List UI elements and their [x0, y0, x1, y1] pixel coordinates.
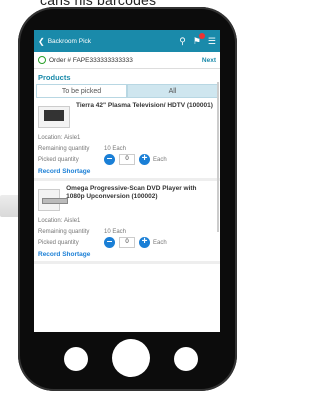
quantity-stepper: – 0 + Each	[104, 154, 167, 165]
location-label: Location:	[38, 134, 63, 141]
app-header: ❮ Backroom Pick ⚲ ⚑ ☰	[34, 30, 220, 52]
chevron-left-icon[interactable]: ❮	[38, 37, 45, 46]
decrement-button[interactable]: –	[104, 237, 115, 248]
search-icon[interactable]: ⚲	[179, 36, 186, 47]
remaining-value: 10 Each	[104, 228, 127, 235]
next-button[interactable]: Next	[202, 57, 216, 64]
increment-button[interactable]: +	[139, 154, 150, 165]
list-item: Tierra 42" Plasma Television/ HDTV (1000…	[34, 98, 220, 181]
product-name: Omega Progressive-Scan DVD Player with 1…	[66, 185, 197, 201]
list-item: Omega Progressive-Scan DVD Player with 1…	[34, 181, 220, 264]
product-image	[38, 106, 70, 128]
product-image	[38, 189, 68, 211]
order-number: Order # FAPE333333333333	[49, 56, 133, 64]
product-name: Tierra 42" Plasma Television/ HDTV (1000…	[76, 102, 213, 109]
nav-left-button[interactable]	[64, 347, 88, 371]
phone-frame: ❮ Backroom Pick ⚲ ⚑ ☰ Order # FAPE333333…	[18, 7, 237, 391]
phone-screen: ❮ Backroom Pick ⚲ ⚑ ☰ Order # FAPE333333…	[34, 30, 220, 332]
remaining-row: Remaining quantity 10 Each	[38, 226, 216, 237]
home-button[interactable]	[112, 339, 150, 377]
menu-icon[interactable]: ☰	[208, 36, 216, 47]
products-heading: Products	[38, 73, 71, 82]
remaining-row: Remaining quantity 10 Each	[38, 143, 216, 154]
location-value: Aisle1	[64, 134, 81, 141]
picked-row: Picked quantity – 0 + Each	[38, 237, 216, 248]
location-row: Location: Aisle1	[38, 215, 216, 226]
location-row: Location: Aisle1	[38, 132, 216, 143]
record-shortage-link[interactable]: Record Shortage	[38, 251, 216, 258]
tab-to-be-picked[interactable]: To be picked	[36, 84, 127, 98]
nav-right-button[interactable]	[174, 347, 198, 371]
picked-label: Picked quantity	[38, 156, 79, 163]
remaining-value: 10 Each	[104, 145, 127, 152]
picked-row: Picked quantity – 0 + Each	[38, 154, 216, 165]
tab-bar: To be picked All	[36, 84, 218, 98]
picked-label: Picked quantity	[38, 239, 79, 246]
app-title: Backroom Pick	[47, 37, 92, 45]
status-circle-icon	[38, 56, 46, 64]
decrement-button[interactable]: –	[104, 154, 115, 165]
quantity-stepper: – 0 + Each	[104, 237, 167, 248]
quantity-input[interactable]: 0	[119, 154, 135, 165]
increment-button[interactable]: +	[139, 237, 150, 248]
location-value: Aisle1	[64, 217, 81, 224]
unit-label: Each	[153, 156, 167, 163]
scrollbar[interactable]	[217, 82, 219, 232]
remaining-label: Remaining quantity	[38, 145, 90, 152]
tab-all[interactable]: All	[127, 84, 218, 98]
quantity-input[interactable]: 0	[119, 237, 135, 248]
unit-label: Each	[153, 239, 167, 246]
remaining-label: Remaining quantity	[38, 228, 90, 235]
flag-notification-icon[interactable]: ⚑	[193, 32, 205, 47]
location-label: Location:	[38, 217, 63, 224]
order-row: Order # FAPE333333333333 Next	[34, 52, 220, 69]
record-shortage-link[interactable]: Record Shortage	[38, 168, 216, 175]
